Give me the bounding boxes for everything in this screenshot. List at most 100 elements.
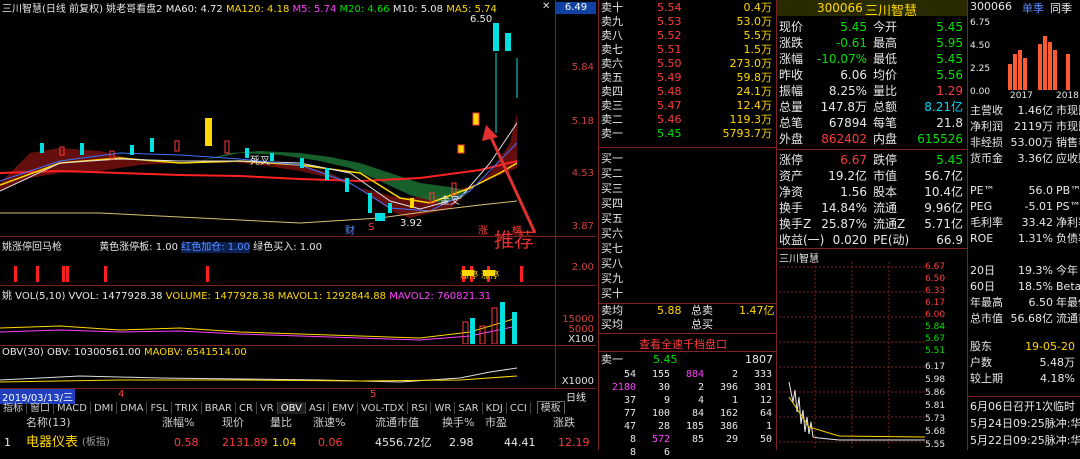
holder-row: 较上期 4.18% <box>968 372 1080 385</box>
f10-label: 20日 <box>970 264 995 277</box>
header-speed[interactable]: 涨速% <box>313 416 345 429</box>
tab-cr[interactable]: CR <box>236 402 257 414</box>
tab-brar[interactable]: BRAR <box>202 402 236 414</box>
news-item[interactable]: 5月24日09:25脉冲:华 <box>970 417 1080 430</box>
f10-value: 19.3% <box>1018 264 1053 277</box>
f10-label: PEG <box>970 200 993 213</box>
mini-axis-label: 6.00 <box>925 310 946 320</box>
month-5: 5 <box>370 389 377 400</box>
close-icon[interactable]: ✕ <box>542 1 550 12</box>
buy-level-label: 买六 <box>601 227 623 240</box>
buy-level-label: 买九 <box>601 272 623 285</box>
f10-row: 非经损 53.00万销售毛 <box>968 136 1080 149</box>
quote-label: 流通Z <box>873 217 906 231</box>
tab-asi[interactable]: ASI <box>306 402 330 414</box>
header-turn[interactable]: 换手% <box>442 416 474 429</box>
sell-level-vol: 53.0万 <box>736 15 773 28</box>
price-axis-4: 3.87 <box>571 221 594 232</box>
sell-level-label: 卖四 <box>601 85 623 98</box>
queue-cell: 2 <box>731 369 738 380</box>
quote-value: 1.29 <box>936 84 963 98</box>
quote-label: 市值 <box>873 169 898 183</box>
queue-row: 77 100 84 162 64 <box>599 407 776 420</box>
sell-level-price: 5.54 <box>657 1 682 14</box>
quote-label: 最高 <box>873 36 898 50</box>
tab-指标[interactable]: 指标 <box>0 402 27 414</box>
bar-axis-label: 4.50 <box>970 41 991 51</box>
row-turn: 2.98 <box>449 436 474 449</box>
price-axis-2: 5.18 <box>571 116 594 127</box>
queue-cell: 64 <box>759 408 772 419</box>
f10-value: 1.46亿 <box>1017 104 1054 117</box>
header-chg[interactable]: 涨幅% <box>162 416 194 429</box>
sell-level-price: 5.53 <box>657 15 682 28</box>
news-item[interactable]: 5月22日09:25脉冲:华 <box>970 434 1080 447</box>
tab-vol-tdx[interactable]: VOL-TDX <box>358 402 409 414</box>
sell-level-vol: 0.4万 <box>743 1 773 14</box>
queue-cell: 12 <box>759 395 772 406</box>
tab-trix[interactable]: TRIX <box>172 402 202 414</box>
sell-level-vol: 24.1万 <box>736 85 773 98</box>
depth-link[interactable]: 查看全速千档盘口 <box>639 336 727 352</box>
sell-level-row: 卖九 5.53 53.0万 <box>599 15 776 28</box>
header-pe[interactable]: 市盈 <box>485 416 507 429</box>
f10-label: 非经损 <box>970 136 1003 149</box>
quote-row: 收益(一) 0.020 PE(动) 66.9 <box>777 232 967 248</box>
row-pe: 44.41 <box>504 436 536 449</box>
kline-panel[interactable]: 三川智慧(日线 前复权) 姚老哥看盘2 MA60: 4.72 MA120: 4.… <box>0 0 596 388</box>
header-updown[interactable]: 涨跌 <box>553 416 575 429</box>
tab-obv[interactable]: OBV <box>277 402 306 414</box>
quote-label: 量比 <box>873 84 898 98</box>
quote-label: 净资 <box>779 185 804 199</box>
kline-canvas <box>0 23 537 234</box>
quote-value: 615526 <box>917 132 963 146</box>
level1-row: 卖一 5.45 1807 <box>599 353 776 366</box>
sell-level-price: 5.45 <box>657 127 682 140</box>
queue-cell: 162 <box>719 408 738 419</box>
zhang-marker: 涨 <box>478 226 488 237</box>
tab-emv[interactable]: EMV <box>329 402 358 414</box>
quote-row: 振幅 8.25% 量比 1.29 <box>777 83 967 99</box>
buy-level-label: 买十 <box>601 287 623 300</box>
queue-cell: 155 <box>651 369 670 380</box>
tab-wr[interactable]: WR <box>431 402 456 414</box>
divider <box>777 248 967 249</box>
f10-row: PE™ 56.0 PB™ <box>968 184 1080 197</box>
year-2018: 2018 <box>1056 91 1079 101</box>
tab-kdj[interactable]: KDJ <box>483 402 507 414</box>
header-price[interactable]: 现价 <box>222 416 244 429</box>
quote-label: 换手 <box>779 201 804 215</box>
tab-dmi[interactable]: DMI <box>91 402 118 414</box>
peak-label: 6.50 <box>470 14 493 25</box>
f10-value: 56.68亿 <box>1010 312 1054 325</box>
sell-level-price: 5.52 <box>657 29 682 42</box>
quote-code: 300066 <box>817 1 863 15</box>
f10-right-label: 市现比 <box>1056 120 1080 133</box>
table-row[interactable]: 1 电器仪表 (板指) 0.58 2131.89 1.04 0.06 4556.… <box>0 436 596 449</box>
quote-label: 流通 <box>873 201 898 215</box>
header-name[interactable]: 名称(13) <box>26 416 71 429</box>
tab-vr[interactable]: VR <box>257 402 278 414</box>
queue-cell: 9 <box>663 395 670 406</box>
header-mcap[interactable]: 流通市值 <box>375 416 419 429</box>
f10-code: 300066 <box>970 0 1012 13</box>
tab-sar[interactable]: SAR <box>455 402 483 414</box>
queue-cell: 100 <box>651 408 670 419</box>
row-name: 电器仪表 <box>26 435 79 450</box>
header-lb[interactable]: 量比 <box>270 416 292 429</box>
quote-row: 涨幅 -10.07% 最低 5.45 <box>777 51 967 67</box>
template-button[interactable]: 模板 <box>536 401 565 414</box>
tab-macd[interactable]: MACD <box>54 402 91 414</box>
level1-vol: 1807 <box>745 353 773 366</box>
tab-dma[interactable]: DMA <box>117 402 148 414</box>
quote-row: 净资 1.56 股本 10.4亿 <box>777 184 967 200</box>
tab-窗口[interactable]: 窗口 <box>27 402 54 414</box>
quote-value: 6.06 <box>840 68 867 82</box>
quote-value: 66.9 <box>936 233 963 247</box>
tab-fsl[interactable]: FSL <box>147 402 172 414</box>
news-item[interactable]: 6月06日召开1次临时 <box>970 400 1080 413</box>
buy-level-row: 买十 <box>599 287 776 300</box>
f10-right-label: 应收账 <box>1056 152 1080 165</box>
tab-cci[interactable]: CCI <box>507 402 531 414</box>
tab-rsi[interactable]: RSI <box>408 402 432 414</box>
